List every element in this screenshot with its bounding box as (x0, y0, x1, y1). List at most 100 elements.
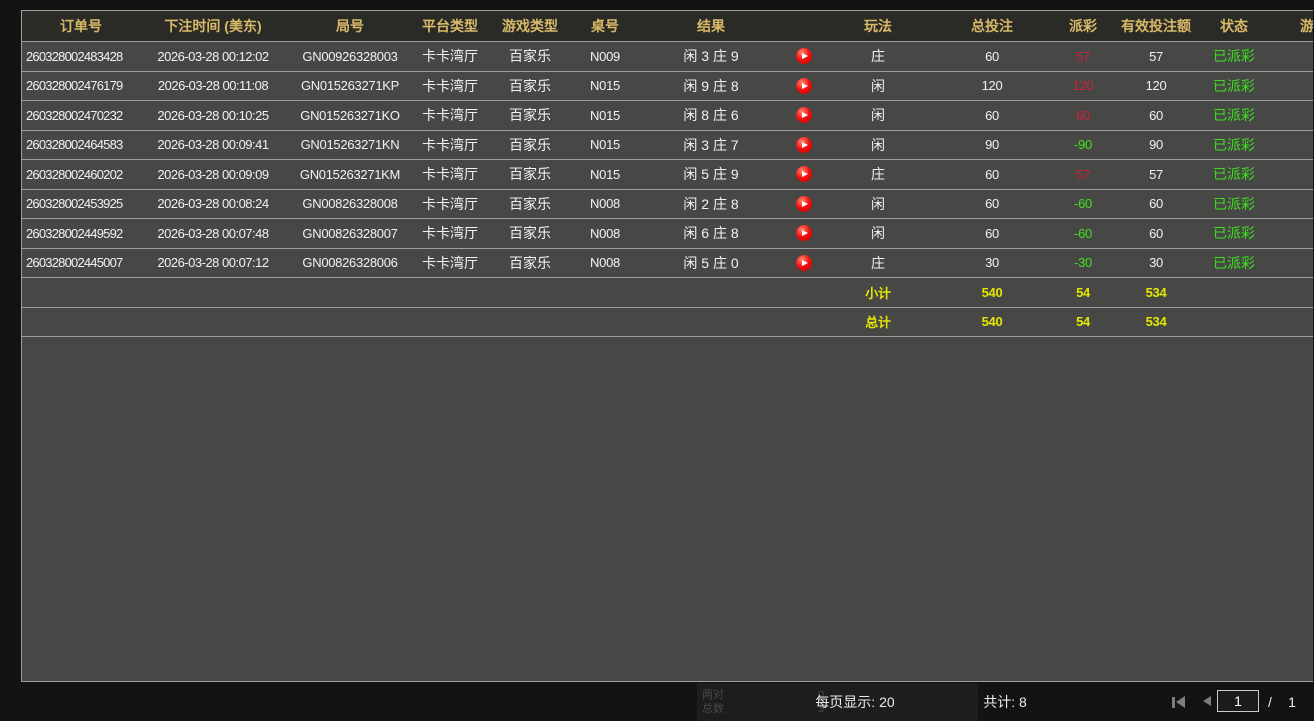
cell-game_type: 百家乐 (486, 249, 574, 278)
cell-total_bet: 60 (934, 101, 1050, 130)
replay-play-icon[interactable] (796, 78, 812, 94)
subtotal-row-order_no (22, 278, 140, 307)
table-row: 2603280024761792026-03-28 00:11:08GN0152… (22, 72, 1313, 102)
replay-play-icon[interactable] (796, 255, 812, 271)
page-number-input[interactable] (1217, 690, 1259, 712)
column-header-replay (786, 11, 822, 41)
cell-table_no: N008 (574, 190, 636, 219)
subtotal-row-game (1272, 278, 1313, 307)
grand-total-row-total_bet: 540 (934, 308, 1050, 337)
page-total-count: 1 (1284, 683, 1300, 721)
cell-game (1272, 249, 1313, 278)
previous-page-icon[interactable] (1203, 696, 1211, 706)
first-page-icon[interactable] (1172, 696, 1185, 708)
replay-play-icon[interactable] (796, 225, 812, 241)
cell-result: 闲 8 庄 6 (636, 101, 786, 130)
subtotal-row-platform (414, 278, 486, 307)
cell-order_no: 260328002445007 (22, 249, 140, 278)
cell-result: 闲 2 庄 8 (636, 190, 786, 219)
play-triangle-glyph (802, 260, 808, 266)
cell-bet_time: 2026-03-28 00:11:08 (140, 72, 286, 101)
cell-valid_bet: 60 (1116, 101, 1196, 130)
betting-records-screen: 订单号下注时间 (美东)局号平台类型游戏类型桌号结果玩法总投注派彩有效投注额状态… (0, 0, 1314, 721)
grand-total-row-play_method: 总计 (822, 308, 934, 337)
cell-table_no: N015 (574, 101, 636, 130)
cell-play_method: 闲 (822, 101, 934, 130)
cell-result: 闲 3 庄 9 (636, 42, 786, 71)
subtotal-row: 小计54054534 (22, 278, 1313, 308)
cell-game (1272, 131, 1313, 160)
cell-game (1272, 190, 1313, 219)
replay-play-icon[interactable] (796, 137, 812, 153)
column-header-status: 状态 (1196, 11, 1272, 41)
replay-play-icon[interactable] (796, 166, 812, 182)
play-triangle-glyph (802, 171, 808, 177)
subtotal-row-status (1196, 278, 1272, 307)
column-header-play_method: 玩法 (822, 11, 934, 41)
subtotal-row-round_no (286, 278, 414, 307)
column-header-table_no: 桌号 (574, 11, 636, 41)
cell-total_bet: 30 (934, 249, 1050, 278)
cell-game_type: 百家乐 (486, 101, 574, 130)
column-header-bet_time: 下注时间 (美东) (140, 11, 286, 41)
cell-payout: -60 (1050, 219, 1116, 248)
cell-platform: 卡卡湾厅 (414, 131, 486, 160)
cell-platform: 卡卡湾厅 (414, 219, 486, 248)
cell-status: 已派彩 (1196, 131, 1272, 160)
cell-game_type: 百家乐 (486, 131, 574, 160)
cell-platform: 卡卡湾厅 (414, 101, 486, 130)
cell-order_no: 260328002449592 (22, 219, 140, 248)
play-triangle-glyph (802, 142, 808, 148)
cell-table_no: N015 (574, 72, 636, 101)
cell-replay (786, 160, 822, 189)
column-header-order_no: 订单号 (22, 11, 140, 41)
cell-round_no: GN00926328003 (286, 42, 414, 71)
cell-payout: -30 (1050, 249, 1116, 278)
cell-status: 已派彩 (1196, 72, 1272, 101)
cell-game_type: 百家乐 (486, 160, 574, 189)
cell-valid_bet: 57 (1116, 42, 1196, 71)
cell-table_no: N015 (574, 131, 636, 160)
cell-replay (786, 42, 822, 71)
grand-total-row: 总计54054534 (22, 308, 1313, 338)
grand-total-row-game (1272, 308, 1313, 337)
cell-play_method: 闲 (822, 131, 934, 160)
cell-status: 已派彩 (1196, 160, 1272, 189)
cell-status: 已派彩 (1196, 42, 1272, 71)
subtotal-row-bet_time (140, 278, 286, 307)
replay-play-icon[interactable] (796, 48, 812, 64)
cell-round_no: GN00826328006 (286, 249, 414, 278)
column-header-total_bet: 总投注 (934, 11, 1050, 41)
cell-order_no: 260328002470232 (22, 101, 140, 130)
cell-bet_time: 2026-03-28 00:08:24 (140, 190, 286, 219)
subtotal-row-play_method: 小计 (822, 278, 934, 307)
page-separator: / (1264, 683, 1276, 721)
subtotal-row-table_no (574, 278, 636, 307)
cell-order_no: 260328002476179 (22, 72, 140, 101)
cell-replay (786, 190, 822, 219)
cell-play_method: 庄 (822, 42, 934, 71)
cell-game (1272, 101, 1313, 130)
table-row: 2603280024539252026-03-28 00:08:24GN0082… (22, 190, 1313, 220)
cell-total_bet: 60 (934, 160, 1050, 189)
cell-result: 闲 9 庄 8 (636, 72, 786, 101)
table-header-row: 订单号下注时间 (美东)局号平台类型游戏类型桌号结果玩法总投注派彩有效投注额状态… (22, 11, 1313, 42)
replay-play-icon[interactable] (796, 107, 812, 123)
cell-payout: -60 (1050, 190, 1116, 219)
table-row: 2603280024602022026-03-28 00:09:09GN0152… (22, 160, 1313, 190)
cell-payout: 57 (1050, 42, 1116, 71)
cell-status: 已派彩 (1196, 249, 1272, 278)
cell-bet_time: 2026-03-28 00:10:25 (140, 101, 286, 130)
cell-total_bet: 60 (934, 190, 1050, 219)
replay-play-icon[interactable] (796, 196, 812, 212)
cell-play_method: 闲 (822, 190, 934, 219)
cell-platform: 卡卡湾厅 (414, 190, 486, 219)
cell-game (1272, 72, 1313, 101)
cell-play_method: 闲 (822, 219, 934, 248)
cell-game_type: 百家乐 (486, 219, 574, 248)
cell-order_no: 260328002464583 (22, 131, 140, 160)
play-triangle-glyph (802, 53, 808, 59)
cell-bet_time: 2026-03-28 00:07:12 (140, 249, 286, 278)
table-empty-area (22, 337, 1313, 681)
cell-valid_bet: 57 (1116, 160, 1196, 189)
